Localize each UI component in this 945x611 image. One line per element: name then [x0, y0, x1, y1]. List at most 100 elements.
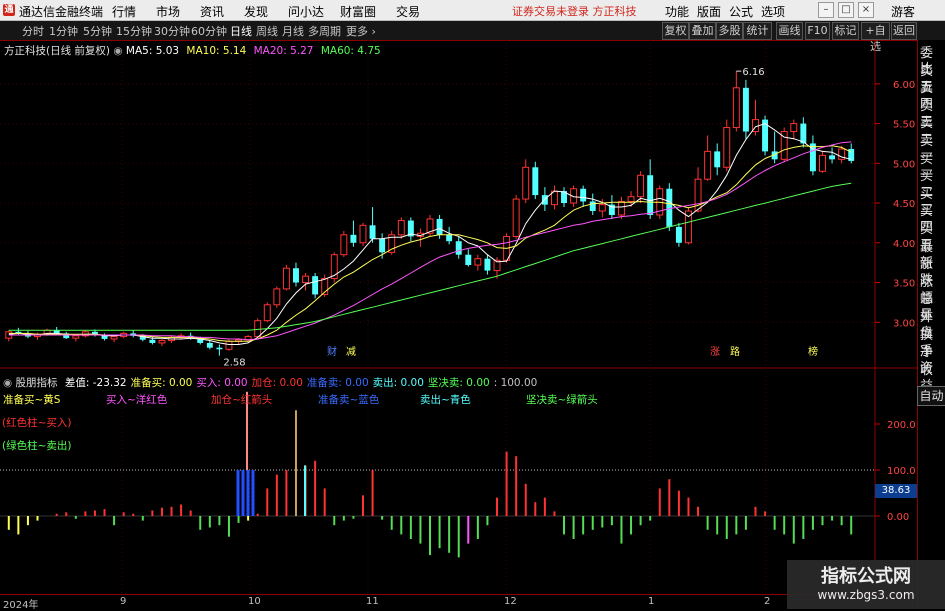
btn-add-watchlist[interactable]: +自选	[861, 22, 890, 53]
menu-discover[interactable]: 发现	[244, 3, 268, 20]
menu-trade[interactable]: 交易	[396, 3, 420, 20]
price-tick-label: 4.00	[893, 239, 915, 250]
main-legend: 方正科技(日线 前复权) ◉ MA5: 5.03 MA10: 5.14 MA20…	[4, 43, 385, 58]
close-icon[interactable]: ×	[858, 2, 874, 18]
high-price-label: 6.16	[742, 67, 764, 78]
candle-body-down	[216, 347, 223, 350]
candle-body-up	[723, 127, 731, 168]
app-logo-icon: 通	[3, 4, 15, 16]
period-multi[interactable]: 多周期	[308, 23, 341, 39]
btn-overlay[interactable]: 叠加	[689, 22, 716, 40]
period-more-label: 更多	[346, 25, 368, 38]
date-tick-label: 11	[366, 596, 379, 607]
date-tick-label: 2	[764, 596, 771, 607]
menu-formula[interactable]: 公式	[729, 3, 753, 20]
period-daily[interactable]: 日线	[230, 23, 252, 39]
btn-multi-stock[interactable]: 多股	[716, 22, 743, 40]
candle-body-up	[254, 320, 262, 338]
candle-body-up	[225, 340, 233, 350]
period-60min[interactable]: 60分钟	[191, 23, 227, 39]
indicator-note: (绿色柱~卖出)	[2, 440, 72, 452]
date-axis: 2024年 9 10 11 12 1 2	[0, 594, 916, 611]
candle-body-down	[800, 123, 807, 144]
btn-mark[interactable]: 标记	[832, 22, 859, 40]
settings-icon[interactable]: ◉	[113, 45, 122, 57]
btn-f10[interactable]: F10	[805, 22, 830, 40]
candle-body-down	[369, 225, 376, 239]
btn-adjust[interactable]: 复权	[662, 22, 689, 40]
period-more[interactable]: 更多 ›	[346, 23, 376, 39]
price-tick-label: 4.50	[893, 199, 915, 210]
candle-body-up	[512, 198, 520, 237]
indicator-note: 买入~洋红色	[106, 394, 168, 406]
candle-body-down	[532, 167, 539, 196]
settings-icon[interactable]: ◉	[3, 377, 12, 389]
menu-wealth[interactable]: 财富圈	[340, 3, 376, 20]
period-weekly[interactable]: 周线	[256, 23, 278, 39]
period-5min[interactable]: 5分钟	[83, 23, 112, 39]
title-bar	[0, 0, 945, 21]
login-notice-text: 证券交易未登录	[512, 5, 589, 18]
candle-body-up	[637, 174, 645, 198]
candle-body-up	[704, 150, 712, 180]
btn-statistics[interactable]: 统计	[743, 22, 772, 40]
indicator-value: : 100.00	[493, 377, 538, 389]
indicator-value: 准备卖: 0.00	[306, 377, 369, 389]
period-1min[interactable]: 1分钟	[49, 23, 78, 39]
candle-body-up	[282, 267, 290, 290]
menu-market[interactable]: 行情	[112, 3, 136, 20]
menu-ask[interactable]: 问小达	[288, 3, 324, 20]
candle-body-up	[522, 166, 530, 200]
date-tick-label: 1	[648, 596, 655, 607]
minimize-icon[interactable]: –	[818, 2, 834, 18]
indicator-value: 差值: -23.32	[64, 377, 127, 389]
menu-layout[interactable]: 版面	[697, 3, 721, 20]
menu-options[interactable]: 选项	[761, 3, 785, 20]
candle-body-up	[790, 123, 798, 133]
candle-body-down	[484, 258, 491, 271]
date-tick-label: 10	[248, 596, 261, 607]
auto-button[interactable]: 自动	[917, 386, 945, 406]
event-marker: 财	[327, 345, 337, 358]
event-marker: 减	[346, 346, 356, 358]
indicator-legend: ◉ 股朋指标 差值: -23.32 准备买: 0.00 买入: 0.00 加仓: 0.…	[3, 375, 537, 390]
indicator-note: 准备买~黄S	[3, 394, 61, 406]
menu-news[interactable]: 资讯	[200, 3, 224, 20]
indicator-tick-label: 0.00	[887, 512, 909, 523]
period-30min[interactable]: 30分钟	[154, 23, 190, 39]
period-15min[interactable]: 15分钟	[116, 23, 152, 39]
price-tick-label: 5.00	[893, 159, 915, 170]
period-timeshare[interactable]: 分时	[22, 23, 44, 39]
date-tick-label: 12	[504, 596, 517, 607]
menu-market-board[interactable]: 市场	[156, 3, 180, 20]
maximize-icon[interactable]: □	[838, 2, 854, 18]
kline-chart[interactable]: 6.00 5.50 5.00 4.50 4.00 3.50 3.00 6.16 2.58 财减 涨路…	[0, 40, 917, 594]
candle-body-down	[455, 241, 462, 255]
candle-body-up	[397, 220, 405, 236]
period-monthly[interactable]: 月线	[282, 23, 304, 39]
candle-body-down	[714, 151, 721, 168]
menu-function[interactable]: 功能	[665, 3, 689, 20]
candle-body-up	[359, 224, 367, 244]
ma20-line	[8, 141, 852, 341]
ma10-label: MA10: 5.14	[186, 45, 247, 57]
indicator-name: 股朋指标	[15, 377, 58, 389]
btn-draw-line[interactable]: 画线	[776, 22, 803, 40]
ma60-label: MA60: 4.75	[320, 45, 381, 57]
guest-user[interactable]: 游客	[891, 3, 915, 20]
candle-body-up	[273, 288, 281, 306]
site-watermark: 指标公式网 www.zbgs3.com	[787, 560, 945, 609]
login-notice[interactable]: 证券交易未登录 方正科技	[512, 3, 637, 19]
candle-body-up	[474, 258, 482, 266]
candle-body-up	[627, 196, 635, 202]
candle-body-up	[819, 154, 826, 172]
candle-body-up	[732, 87, 740, 129]
btn-back[interactable]: 返回	[891, 22, 917, 40]
date-tick-label: 9	[120, 596, 127, 607]
price-tick-label: 5.50	[893, 120, 915, 131]
app-title: 通达信金融终端	[19, 5, 104, 19]
candle-body-down	[446, 234, 453, 242]
indicator-tick-label: 100.0	[887, 466, 916, 477]
stock-title: 方正科技(日线 前复权)	[4, 45, 111, 57]
ma20-label: MA20: 5.27	[253, 45, 314, 57]
